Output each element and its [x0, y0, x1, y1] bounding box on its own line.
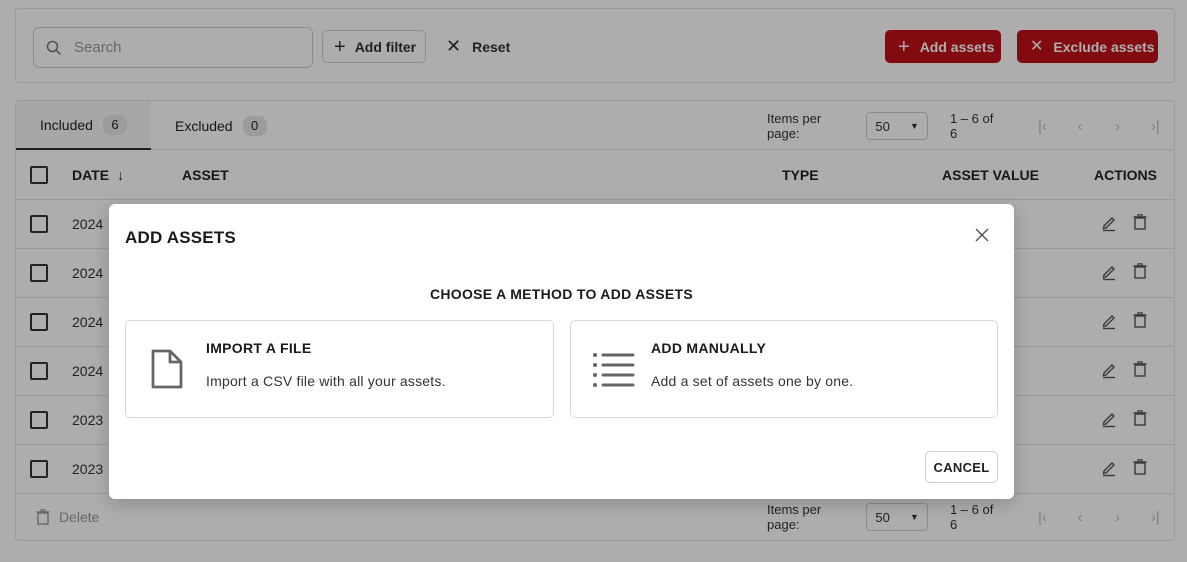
close-icon[interactable]: [975, 228, 989, 242]
add-manually-option[interactable]: ADD MANUALLY Add a set of assets one by …: [570, 320, 998, 418]
option-title: IMPORT A FILE: [206, 340, 312, 356]
add-assets-dialog: ADD ASSETS CHOOSE A METHOD TO ADD ASSETS…: [109, 204, 1014, 499]
file-icon: [146, 347, 190, 391]
cancel-button[interactable]: CANCEL: [925, 451, 998, 483]
option-title: ADD MANUALLY: [651, 340, 767, 356]
dialog-subtitle: CHOOSE A METHOD TO ADD ASSETS: [429, 286, 694, 302]
option-description: Import a CSV file with all your assets.: [206, 373, 446, 389]
list-icon: [591, 347, 635, 391]
import-file-option[interactable]: IMPORT A FILE Import a CSV file with all…: [125, 320, 554, 418]
option-description: Add a set of assets one by one.: [651, 373, 854, 389]
dialog-title: ADD ASSETS: [125, 228, 236, 247]
